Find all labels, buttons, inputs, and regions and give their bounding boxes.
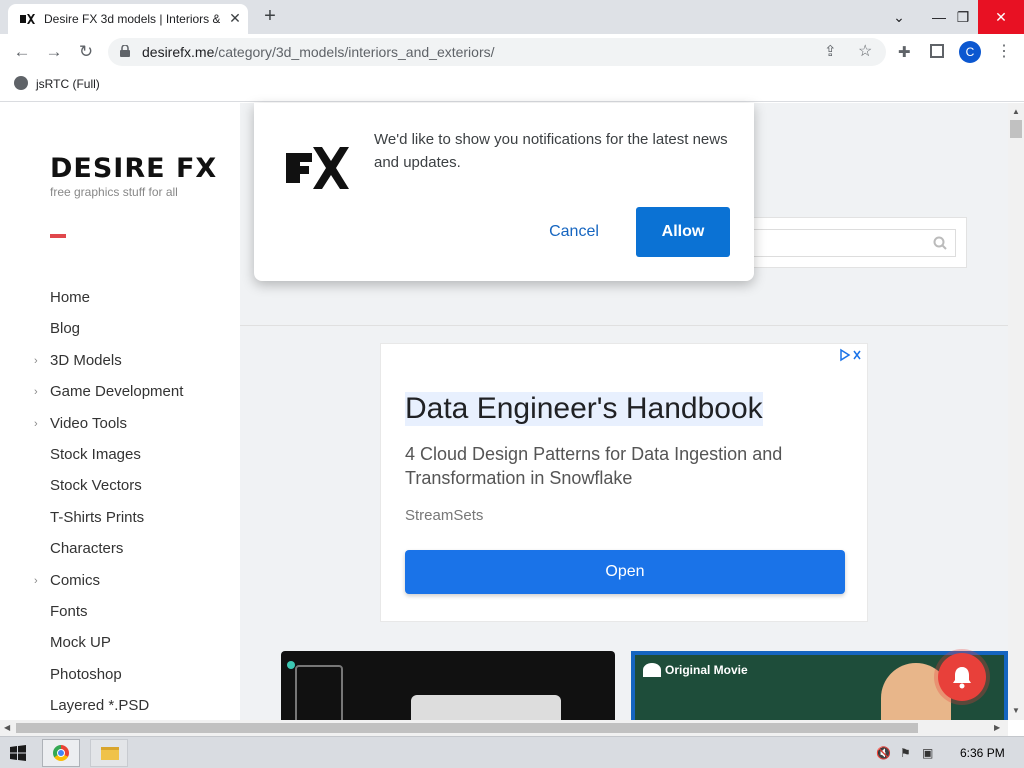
tab-close-icon[interactable]: ✕ bbox=[226, 9, 244, 27]
chevron-right-icon[interactable]: › bbox=[34, 355, 38, 367]
reload-icon[interactable]: ↻ bbox=[74, 40, 98, 64]
side-panel-icon[interactable] bbox=[930, 44, 944, 58]
menu-kebab-icon[interactable]: ⋮ bbox=[996, 41, 1012, 61]
thumbnail-vases bbox=[411, 695, 561, 720]
window-close-button[interactable]: ✕ bbox=[978, 0, 1024, 34]
bookmark-label: jsRTC (Full) bbox=[36, 77, 100, 91]
sidebar-item-stock-images[interactable]: Stock Images bbox=[50, 446, 141, 463]
accent-divider bbox=[50, 234, 66, 238]
forward-arrow-icon[interactable]: → bbox=[42, 40, 66, 64]
profile-avatar[interactable]: C bbox=[959, 41, 981, 63]
chevron-right-icon[interactable]: › bbox=[34, 386, 38, 398]
restore-button[interactable]: ❐ bbox=[946, 0, 980, 34]
url-path: /category/3d_models/interiors_and_exteri… bbox=[214, 44, 495, 60]
ad-brand: StreamSets bbox=[405, 507, 484, 524]
sidebar: DESIRE FX free graphics stuff for all Ho… bbox=[0, 103, 240, 720]
notification-bell-button[interactable] bbox=[938, 653, 986, 701]
vertical-scroll-thumb[interactable] bbox=[1010, 120, 1022, 138]
bookmarks-bar: jsRTC (Full) bbox=[0, 70, 1024, 102]
thumbnail-dot bbox=[287, 661, 295, 669]
windows-taskbar: 🔇 ⚑ ▣ 6:36 PM bbox=[0, 736, 1024, 768]
vertical-scrollbar[interactable]: ▲ ▼ bbox=[1008, 103, 1024, 720]
search-input[interactable] bbox=[751, 229, 956, 257]
chevron-right-icon[interactable]: › bbox=[34, 575, 38, 587]
network-icon[interactable]: ⚑ bbox=[900, 746, 914, 760]
notification-permission-dialog: We'd like to show you notifications for … bbox=[254, 103, 754, 281]
scroll-down-icon[interactable]: ▼ bbox=[1012, 706, 1020, 715]
horizontal-scroll-thumb[interactable] bbox=[16, 723, 918, 733]
sidebar-item-comics[interactable]: Comics bbox=[50, 572, 100, 589]
tab-title: Desire FX 3d models | Interiors & bbox=[44, 12, 220, 26]
sidebar-item-layered-psd[interactable]: Layered *.PSD bbox=[50, 697, 149, 714]
paramount-logo-icon bbox=[643, 663, 661, 677]
folder-icon bbox=[101, 747, 119, 760]
browser-toolbar: ← → ↻ desirefx.me/category/3d_models/int… bbox=[0, 34, 1024, 70]
lock-icon bbox=[120, 45, 130, 57]
sidebar-item-game-development[interactable]: Game Development bbox=[50, 383, 183, 400]
extensions-icon[interactable]: ✚ bbox=[898, 43, 911, 61]
url-text: desirefx.me/category/3d_models/interiors… bbox=[142, 44, 495, 60]
sidebar-item-characters[interactable]: Characters bbox=[50, 540, 123, 557]
bookmark-star-icon[interactable]: ☆ bbox=[858, 41, 872, 61]
chrome-icon-center bbox=[57, 749, 65, 757]
sidebar-item-stock-vectors[interactable]: Stock Vectors bbox=[50, 477, 142, 494]
taskbar-file-explorer[interactable] bbox=[90, 739, 128, 767]
tab-strip: Desire FX 3d models | Interiors & ✕ + ⌄ … bbox=[0, 0, 1024, 34]
taskbar-chrome[interactable] bbox=[42, 739, 80, 767]
address-bar[interactable]: desirefx.me/category/3d_models/interiors… bbox=[108, 38, 886, 66]
bookmark-jsrtc[interactable]: jsRTC (Full) bbox=[14, 76, 100, 91]
taskbar-clock[interactable]: 6:36 PM bbox=[960, 746, 1005, 760]
search-icon[interactable] bbox=[933, 236, 947, 250]
sidebar-item-photoshop[interactable]: Photoshop bbox=[50, 666, 122, 683]
display-icon[interactable]: ▣ bbox=[922, 746, 936, 760]
cancel-button[interactable]: Cancel bbox=[536, 207, 612, 257]
sidebar-item-fonts[interactable]: Fonts bbox=[50, 603, 88, 620]
sidebar-item-t-shirts-prints[interactable]: T-Shirts Prints bbox=[50, 509, 144, 526]
ad-banner[interactable]: Data Engineer's Handbook 4 Cloud Design … bbox=[380, 343, 868, 622]
ad-choices-icon[interactable] bbox=[839, 348, 863, 362]
content-divider bbox=[240, 325, 1008, 326]
sidebar-item-mock-up[interactable]: Mock UP bbox=[50, 634, 111, 651]
post-thumbnail[interactable] bbox=[281, 651, 615, 720]
volume-muted-icon[interactable]: 🔇 bbox=[876, 746, 891, 760]
scroll-up-icon[interactable]: ▲ bbox=[1012, 107, 1020, 116]
sidebar-item-video-tools[interactable]: Video Tools bbox=[50, 415, 127, 432]
sidebar-item-home[interactable]: Home bbox=[50, 289, 90, 306]
sidebar-item-blog[interactable]: Blog bbox=[50, 320, 80, 337]
horizontal-scrollbar[interactable]: ◀ ▶ bbox=[0, 720, 1008, 736]
globe-icon bbox=[14, 76, 28, 90]
bell-icon bbox=[953, 667, 971, 689]
chevron-right-icon[interactable]: › bbox=[34, 418, 38, 430]
windows-start-icon[interactable] bbox=[10, 745, 26, 761]
ad-description: 4 Cloud Design Patterns for Data Ingesti… bbox=[405, 444, 783, 488]
scroll-left-icon[interactable]: ◀ bbox=[4, 723, 10, 732]
site-logo[interactable]: DESIRE FX bbox=[50, 153, 217, 184]
original-movie-badge: Original Movie bbox=[665, 663, 748, 677]
ad-open-button[interactable]: Open bbox=[405, 550, 845, 594]
notification-prompt-text: We'd like to show you notifications for … bbox=[374, 131, 728, 171]
allow-button[interactable]: Allow bbox=[636, 207, 730, 257]
back-arrow-icon[interactable]: ← bbox=[10, 40, 34, 64]
thumbnail-logo-mark bbox=[295, 665, 343, 720]
sidebar-item-3d-models[interactable]: 3D Models bbox=[50, 352, 122, 369]
search-widget bbox=[740, 217, 967, 268]
ad-title[interactable]: Data Engineer's Handbook bbox=[405, 392, 763, 426]
scroll-right-icon[interactable]: ▶ bbox=[994, 723, 1000, 732]
url-domain: desirefx.me bbox=[142, 44, 215, 60]
share-icon[interactable]: ⇪ bbox=[824, 42, 837, 60]
site-tagline: free graphics stuff for all bbox=[50, 185, 178, 199]
new-tab-button[interactable]: + bbox=[258, 5, 282, 29]
browser-tab[interactable]: Desire FX 3d models | Interiors & ✕ bbox=[8, 4, 248, 34]
tab-search-icon[interactable]: ⌄ bbox=[882, 0, 916, 34]
desirefx-logo-icon bbox=[286, 147, 349, 189]
desirefx-favicon-icon bbox=[20, 14, 35, 24]
